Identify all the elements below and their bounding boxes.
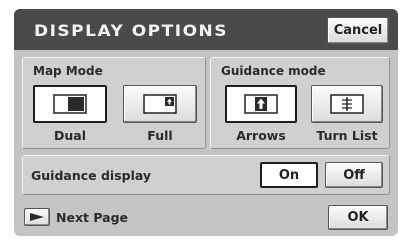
cancel-button-label: Cancel [333,23,383,38]
full-label: Full [147,128,173,143]
full-screen-icon [143,94,177,114]
map-mode-full-button[interactable] [123,85,197,123]
map-mode-panel: Map Mode Dual Full [22,57,206,149]
ok-button[interactable]: OK [328,205,388,230]
guidance-display-panel: Guidance display On Off [22,155,390,195]
guidance-display-label: Guidance display [31,168,152,183]
dual-screen-icon [53,94,87,114]
arrows-label: Arrows [236,128,286,143]
turn-list-label: Turn List [316,128,378,143]
guidance-display-on-button[interactable]: On [260,162,318,188]
on-label: On [278,167,300,183]
map-mode-dual-button[interactable] [33,85,107,123]
guidance-arrows-button[interactable] [225,85,297,123]
guidance-display-off-button[interactable]: Off [325,162,383,188]
arrow-guidance-icon [244,94,278,114]
map-mode-label: Map Mode [33,64,103,78]
guidance-mode-label: Guidance mode [221,64,326,78]
header-bar: DISPLAY OPTIONS Cancel [14,9,398,50]
next-page-button[interactable] [24,208,50,226]
page-title: DISPLAY OPTIONS [34,21,228,41]
guidance-mode-panel: Guidance mode Arrows Turn List [210,57,390,149]
off-label: Off [343,167,365,183]
ok-label: OK [347,210,369,225]
play-arrow-icon [30,213,44,221]
next-page-label[interactable]: Next Page [56,210,128,225]
dual-label: Dual [54,128,86,143]
cancel-button[interactable]: Cancel [327,17,389,44]
turn-list-icon [330,94,364,114]
guidance-turn-list-button[interactable] [311,85,383,123]
display-options-screen: DISPLAY OPTIONS Cancel Map Mode Dual Ful… [14,9,398,236]
